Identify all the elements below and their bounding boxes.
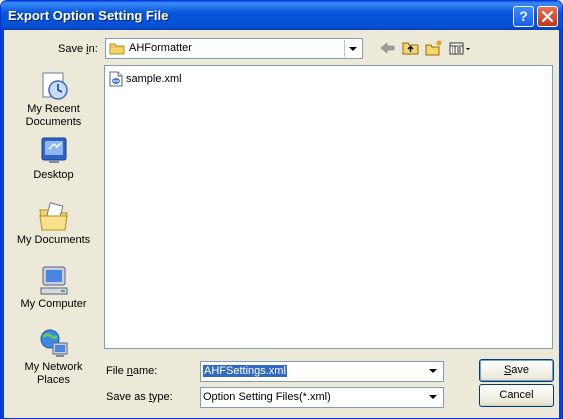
save-as-type-value: Option Setting Files(*.xml) <box>203 391 331 403</box>
place-my-computer[interactable]: My Computer <box>10 264 97 311</box>
save-as-type-dropdown[interactable]: Option Setting Files(*.xml) <box>200 387 444 408</box>
save-button[interactable]: Save <box>479 359 554 382</box>
save-in-dropdown[interactable]: AHFormatter <box>105 38 363 59</box>
places-bar: My Recent Documents Desktop My Documents <box>10 63 97 409</box>
save-as-type-label: Save as type: <box>106 391 173 403</box>
save-as-type-dropdown-arrow[interactable] <box>425 389 442 406</box>
place-desktop[interactable]: Desktop <box>10 135 97 182</box>
help-button[interactable]: ? <box>513 6 534 27</box>
cancel-button[interactable]: Cancel <box>479 384 554 407</box>
close-icon <box>542 11 553 22</box>
current-folder: AHFormatter <box>129 42 192 54</box>
place-network-places[interactable]: My Network Places <box>10 327 97 387</box>
title-bar[interactable]: Export Option Setting File ? <box>1 1 562 30</box>
save-in-label: Save in: <box>58 43 98 55</box>
desktop-icon <box>41 137 66 163</box>
place-recent-documents[interactable]: My Recent Documents <box>10 69 97 129</box>
view-menu-icon[interactable] <box>448 39 472 57</box>
file-list[interactable]: sample.xml <box>104 65 553 349</box>
my-computer-icon <box>40 266 67 295</box>
back-icon[interactable] <box>378 39 398 57</box>
xml-file-icon <box>109 71 123 87</box>
network-places-icon <box>40 329 67 357</box>
window-frame-left <box>1 30 4 418</box>
up-folder-icon[interactable] <box>401 39 421 57</box>
folder-icon <box>109 43 125 55</box>
window-title: Export Option Setting File <box>8 8 169 23</box>
place-my-documents[interactable]: My Documents <box>10 200 97 247</box>
file-name-dropdown-arrow[interactable] <box>425 363 442 380</box>
new-folder-icon[interactable] <box>424 39 444 57</box>
file-name-label: File name: <box>106 365 158 377</box>
export-dialog: Export Option Setting File ? Save in: AH… <box>0 0 563 419</box>
window-frame-right <box>559 30 562 418</box>
file-name-input[interactable]: AHFSettings.xml <box>200 361 444 382</box>
save-in-dropdown-arrow[interactable] <box>344 40 361 57</box>
close-button[interactable] <box>537 6 558 27</box>
file-name-value: AHFSettings.xml <box>203 365 287 377</box>
recent-documents-icon <box>42 72 68 100</box>
my-documents-icon <box>38 202 68 231</box>
file-name: sample.xml <box>126 73 182 85</box>
